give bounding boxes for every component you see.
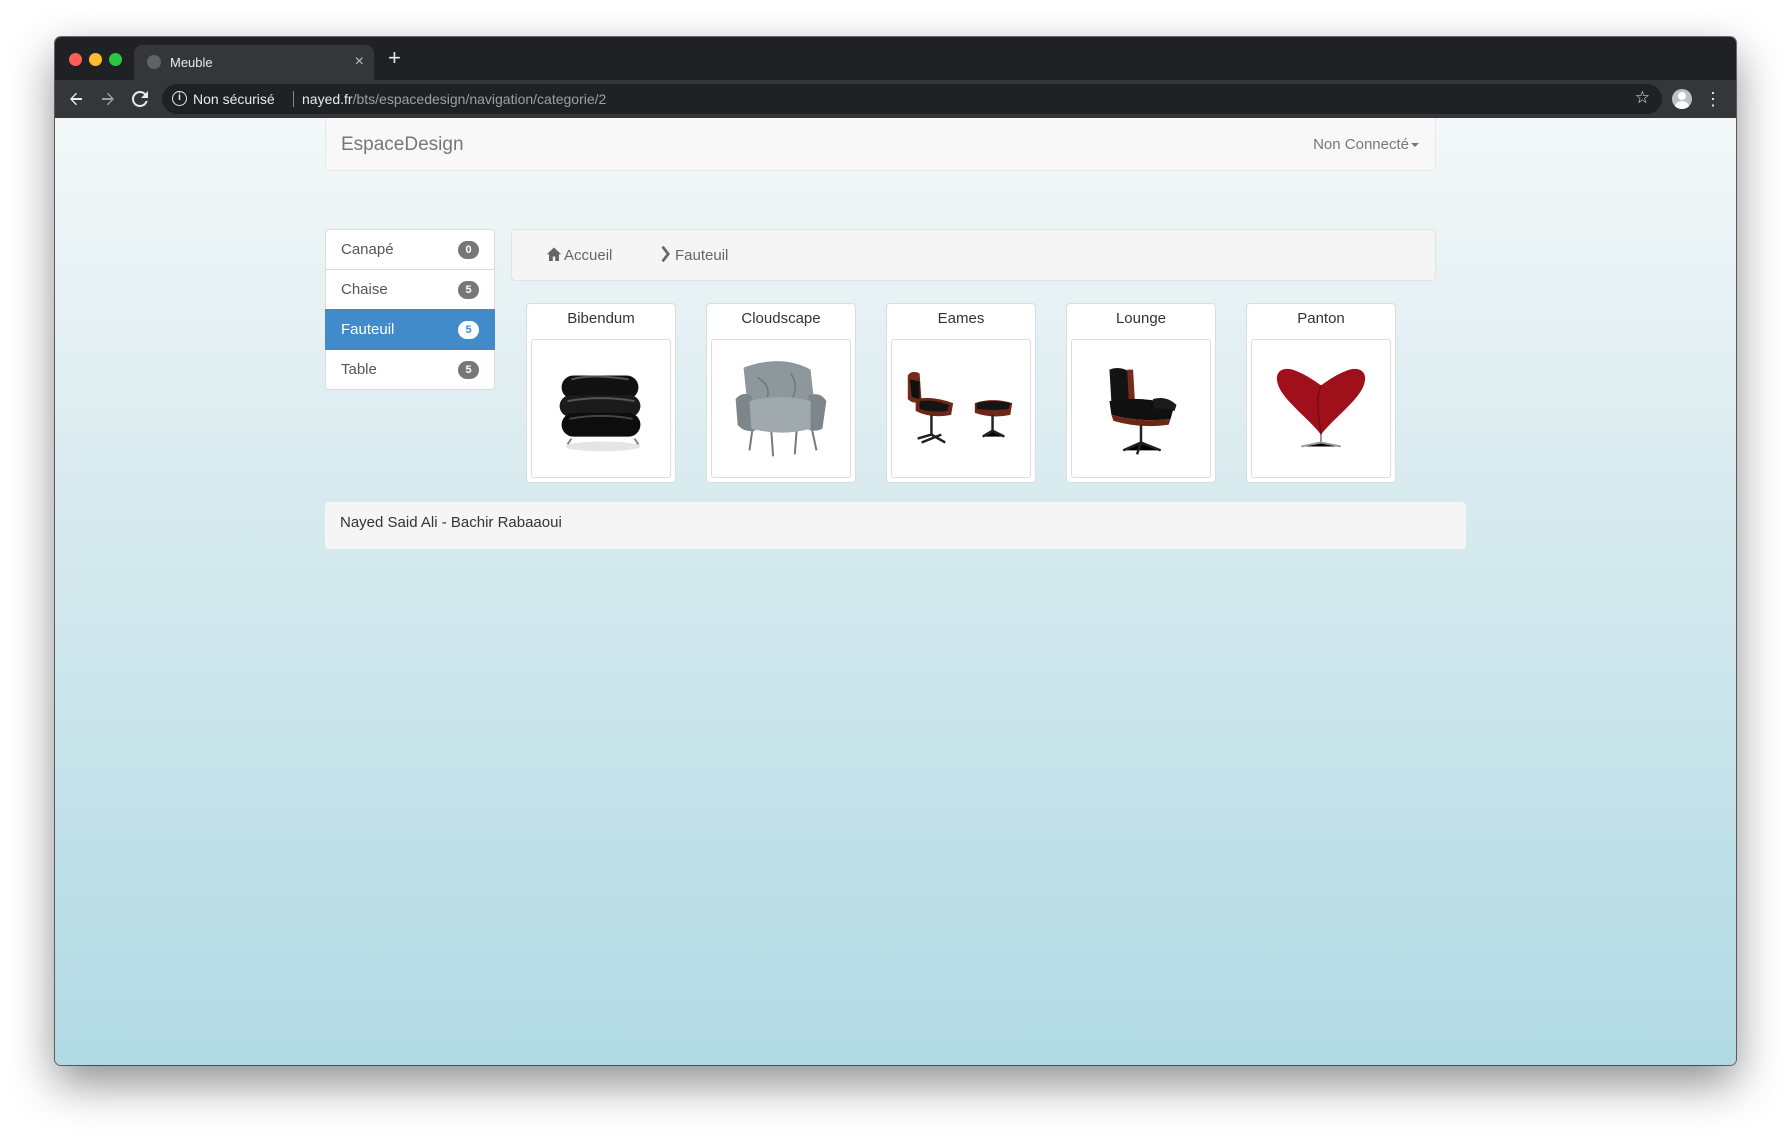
grey-fabric-armchair-image: [735, 361, 827, 457]
breadcrumb-home-label: Accueil: [564, 247, 613, 264]
user-menu-dropdown[interactable]: Non Connecté: [1313, 136, 1419, 153]
product-image[interactable]: [891, 339, 1031, 478]
new-tab-button[interactable]: +: [388, 47, 401, 69]
lounge-chair-image: [1109, 367, 1177, 455]
category-count-badge: 5: [458, 281, 479, 299]
browser-tab[interactable]: Meuble ×: [134, 45, 374, 80]
category-item-fauteuil[interactable]: Fauteuil 5: [325, 309, 495, 350]
product-name: Eames: [937, 310, 985, 327]
arrow-left-icon: [70, 92, 82, 106]
product-image[interactable]: [1251, 339, 1391, 478]
category-label: Canapé: [341, 241, 394, 258]
site-brand[interactable]: EspaceDesign: [341, 134, 464, 156]
product-card-cloudscape[interactable]: Cloudscape: [706, 303, 856, 483]
tab-title: Meuble: [170, 55, 213, 70]
profile-icon[interactable]: [1672, 89, 1692, 109]
breadcrumb-current: Fauteuil: [657, 246, 728, 264]
address-divider: [293, 91, 294, 107]
close-window-button[interactable]: [69, 53, 82, 66]
breadcrumb-home-link[interactable]: Accueil: [546, 246, 612, 264]
category-list: Canapé 0 Chaise 5 Fauteuil 5 Table 5: [325, 229, 495, 390]
tab-strip: Meuble × +: [55, 37, 1736, 80]
chevron-right-icon: [661, 246, 670, 262]
category-count-badge: 5: [458, 361, 479, 379]
category-item-table[interactable]: Table 5: [325, 349, 495, 390]
url-host: nayed.fr: [302, 91, 353, 107]
footer-credits: Nayed Said Ali - Bachir Rabaaoui: [340, 514, 562, 531]
arrow-right-icon: [102, 92, 114, 106]
page-viewport: EspaceDesign Non Connecté Canapé 0 Chais…: [55, 118, 1736, 1065]
breadcrumb: Accueil Fauteuil: [511, 229, 1436, 281]
forward-button[interactable]: [95, 86, 121, 112]
back-button[interactable]: [63, 86, 89, 112]
close-tab-icon[interactable]: ×: [355, 52, 364, 72]
reload-button[interactable]: [127, 86, 153, 112]
product-card-panton[interactable]: Panton: [1246, 303, 1396, 483]
site-navbar: EspaceDesign Non Connecté: [325, 118, 1436, 171]
home-icon: [546, 247, 562, 261]
category-item-canape[interactable]: Canapé 0: [325, 229, 495, 270]
site-footer: Nayed Said Ali - Bachir Rabaaoui: [325, 502, 1466, 549]
browser-toolbar: i Non sécurisé nayed.fr/bts/espacedesign…: [55, 80, 1736, 118]
category-label: Chaise: [341, 281, 388, 298]
category-count-badge: 0: [458, 241, 479, 259]
star-icon[interactable]: ☆: [1635, 88, 1650, 108]
info-icon[interactable]: i: [172, 91, 187, 106]
product-name: Cloudscape: [741, 310, 821, 327]
black-round-armchair-image: [559, 375, 641, 452]
breadcrumb-current-label: Fauteuil: [675, 247, 729, 264]
product-name: Lounge: [1115, 310, 1167, 327]
reload-icon: [131, 90, 148, 107]
caret-down-icon: [1411, 143, 1419, 148]
red-heart-chair-image: [1276, 368, 1366, 448]
product-name: Panton: [1297, 310, 1345, 327]
product-image[interactable]: [1071, 339, 1211, 478]
minimize-window-button[interactable]: [89, 53, 102, 66]
product-card-eames[interactable]: Eames: [886, 303, 1036, 483]
globe-icon: [147, 55, 161, 69]
browser-window: Meuble × + i Non sécurisé nayed.fr/bts/e…: [55, 37, 1736, 1065]
category-count-badge: 5: [458, 321, 479, 339]
category-item-chaise[interactable]: Chaise 5: [325, 269, 495, 310]
url-path: /bts/espacedesign/navigation/categorie/2: [352, 91, 607, 107]
lounge-chair-with-ottoman-image: [907, 371, 1013, 444]
address-bar[interactable]: i Non sécurisé nayed.fr/bts/espacedesign…: [162, 84, 1662, 114]
category-label: Table: [341, 361, 377, 378]
product-name: Bibendum: [567, 310, 635, 327]
product-card-bibendum[interactable]: Bibendum: [526, 303, 676, 483]
security-label[interactable]: Non sécurisé: [193, 91, 275, 107]
category-label: Fauteuil: [341, 321, 395, 338]
maximize-window-button[interactable]: [109, 53, 122, 66]
product-card-lounge[interactable]: Lounge: [1066, 303, 1216, 483]
more-vert-icon[interactable]: ⋮: [1704, 86, 1722, 112]
url-text[interactable]: nayed.fr/bts/espacedesign/navigation/cat…: [302, 91, 606, 107]
product-image[interactable]: [531, 339, 671, 478]
product-image[interactable]: [711, 339, 851, 478]
user-menu-label: Non Connecté: [1313, 136, 1409, 153]
